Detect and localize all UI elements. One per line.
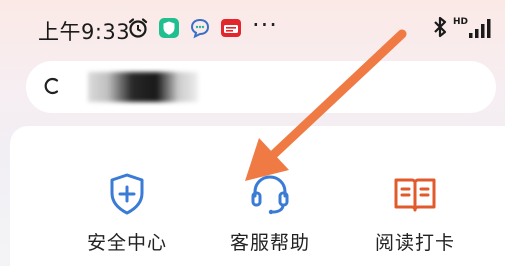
alarm-icon xyxy=(128,18,148,38)
service-label: 客服帮助 xyxy=(229,232,310,254)
search-icon xyxy=(44,77,59,95)
security-center-button[interactable]: 安全中心 xyxy=(52,170,202,266)
chat-app-icon xyxy=(190,18,210,39)
shield-plus-icon xyxy=(110,173,144,215)
service-label: 阅读打卡 xyxy=(374,232,455,254)
search-box[interactable] xyxy=(26,61,496,113)
reading-checkin-button[interactable]: 阅读打卡 xyxy=(340,170,490,266)
signal-icon xyxy=(469,19,491,38)
status-time: 上午9:33 xyxy=(38,20,131,44)
headset-icon xyxy=(251,175,289,215)
services-card: 安全中心 客服帮助 阅读打卡 xyxy=(10,126,505,266)
service-label: 安全中心 xyxy=(86,232,167,254)
customer-service-button[interactable]: 客服帮助 xyxy=(195,170,345,266)
status-right-icons: HD xyxy=(434,16,491,38)
redacted-search-text xyxy=(88,72,198,102)
shield-app-icon xyxy=(159,18,179,38)
open-book-icon xyxy=(394,178,436,212)
red-app-icon xyxy=(221,19,241,37)
more-dots: ··· xyxy=(252,11,278,39)
status-bar: 上午9:33 ··· HD xyxy=(0,0,505,56)
hd-label: HD xyxy=(453,17,468,27)
bluetooth-icon xyxy=(434,16,447,38)
